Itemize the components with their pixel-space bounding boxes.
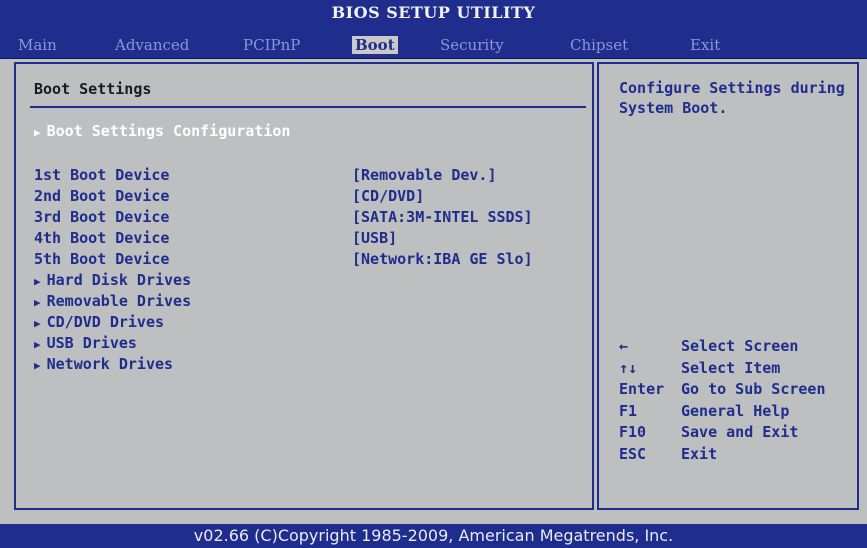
boot-device-4-label: 4th Boot Device [34, 229, 170, 247]
boot-device-3-label: 3rd Boot Device [34, 208, 170, 226]
submenu-removable-drives[interactable]: ▶ Removable Drives [34, 292, 191, 310]
tab-pcipnp[interactable]: PCIPnP [243, 36, 300, 54]
tab-exit[interactable]: Exit [690, 36, 720, 54]
boot-device-1-value[interactable]: [Removable Dev.] [352, 166, 497, 184]
boot-device-2-label: 2nd Boot Device [34, 187, 170, 205]
tab-advanced[interactable]: Advanced [115, 36, 189, 54]
help-text: Configure Settings during System Boot. [619, 79, 845, 117]
menu-bar: Main Advanced PCIPnP Boot Security Chips… [0, 36, 867, 59]
boot-device-5-value[interactable]: [Network:IBA GE Slo] [352, 250, 533, 268]
key-description: Select Item [681, 358, 781, 377]
help-panel: Configure Settings during System Boot. ←… [597, 62, 859, 510]
key-label: F1 [619, 401, 638, 420]
tab-boot[interactable]: Boot [352, 36, 398, 54]
tab-chipset[interactable]: Chipset [570, 36, 628, 54]
triangle-right-icon: ▶ [34, 317, 41, 330]
bios-screen: BIOS SETUP UTILITY Main Advanced PCIPnP … [0, 0, 867, 548]
triangle-right-icon: ▶ [34, 296, 41, 309]
arrow-left-icon: ← [619, 337, 629, 355]
section-divider [30, 106, 586, 108]
title-bar: BIOS SETUP UTILITY [0, 0, 867, 36]
boot-device-2-value[interactable]: [CD/DVD] [352, 187, 424, 205]
boot-device-4-value[interactable]: [USB] [352, 229, 397, 247]
tab-security[interactable]: Security [440, 36, 504, 54]
submenu-label: Hard Disk Drives [46, 271, 192, 289]
submenu-cd-dvd-drives[interactable]: ▶ CD/DVD Drives [34, 313, 164, 331]
triangle-right-icon: ▶ [34, 338, 41, 351]
key-description: General Help [681, 401, 790, 420]
submenu-label: Network Drives [46, 355, 174, 373]
boot-device-5-label: 5th Boot Device [34, 250, 170, 268]
boot-device-3-value[interactable]: [SATA:3M-INTEL SSDS] [352, 208, 533, 226]
boot-settings-configuration-label: Boot Settings Configuration [46, 122, 291, 140]
submenu-label: CD/DVD Drives [46, 313, 165, 331]
triangle-right-icon: ▶ [34, 275, 41, 288]
submenu-hard-disk-drives[interactable]: ▶ Hard Disk Drives [34, 271, 191, 289]
app-title: BIOS SETUP UTILITY [331, 3, 536, 22]
arrow-up-down-icon: ↑↓ [619, 358, 638, 377]
key-description: Save and Exit [681, 423, 799, 441]
copyright-text: v02.66 (C)Copyright 1985-2009, American … [193, 526, 674, 545]
boot-settings-configuration-item[interactable]: ▶ Boot Settings Configuration [34, 122, 290, 140]
footer-bar: v02.66 (C)Copyright 1985-2009, American … [0, 524, 867, 548]
submenu-label: USB Drives [46, 334, 137, 352]
main-panel: Boot Settings ▶ Boot Settings Configurati… [14, 62, 594, 510]
boot-device-1-label: 1st Boot Device [34, 166, 170, 184]
tab-main[interactable]: Main [18, 36, 57, 54]
triangle-right-icon: ▶ [34, 359, 41, 372]
key-label: F10 [619, 423, 647, 441]
key-description: Select Screen [681, 337, 799, 355]
key-description: Exit [681, 444, 718, 463]
submenu-network-drives[interactable]: ▶ Network Drives [34, 355, 173, 373]
triangle-right-icon: ▶ [34, 126, 41, 139]
key-description: Go to Sub Screen [681, 380, 826, 398]
section-title: Boot Settings [34, 80, 152, 98]
key-label: Enter [619, 380, 665, 398]
key-label: ESC [619, 444, 647, 463]
submenu-usb-drives[interactable]: ▶ USB Drives [34, 334, 137, 352]
submenu-label: Removable Drives [46, 292, 192, 310]
